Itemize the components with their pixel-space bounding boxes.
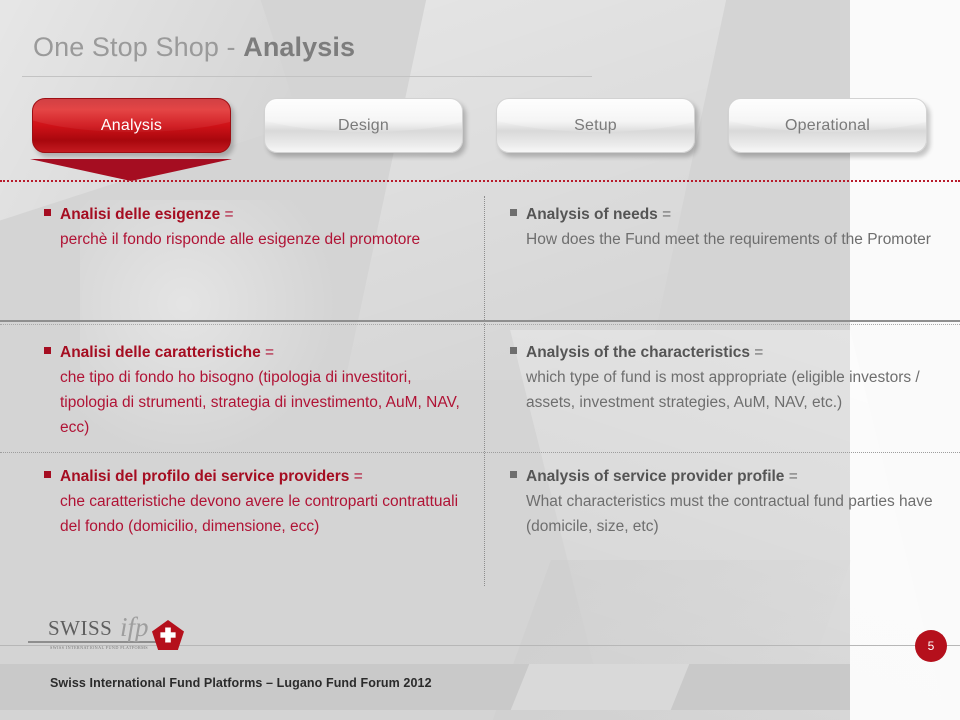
list-item-equals: = (220, 206, 234, 223)
list-item-text: Analysis of the characteristics = which t… (526, 340, 940, 415)
square-bullet-icon (510, 209, 517, 216)
slide-title-emphasis: Analysis (243, 32, 356, 62)
list-item-text: Analysis of needs = How does the Fund mee… (526, 202, 931, 252)
title-underline-rule (22, 76, 592, 77)
list-item-text: Analysis of service provider profile = Wh… (526, 464, 940, 539)
list-item-equals: = (349, 468, 363, 485)
tab-setup[interactable]: Setup (496, 98, 695, 153)
list-item: Analisi delle esigenze = perchè il fondo … (44, 202, 464, 252)
logo-tagline: SWISS INTERNATIONAL FUND PLATFORMS (50, 645, 149, 650)
list-item-text: Analisi del profilo dei service provider… (60, 464, 464, 539)
logo-wordmark: SWISS (48, 616, 113, 640)
list-item: Analysis of needs = How does the Fund mee… (510, 202, 940, 252)
tab-design[interactable]: Design (264, 98, 463, 153)
row-divider-dotted (0, 324, 960, 325)
tab-operational[interactable]: Operational (728, 98, 927, 153)
content-area: Analisi delle esigenze = perchè il fondo … (0, 196, 960, 596)
page-number-badge: 5 (915, 630, 947, 662)
list-item-text: Analisi delle esigenze = perchè il fondo … (60, 202, 420, 252)
list-item-body: che tipo di fondo ho bisogno (tipologia … (60, 369, 460, 436)
column-divider (484, 196, 485, 586)
swiss-shield-cross-icon (152, 620, 184, 650)
logo-italic-mark: ifp (120, 612, 149, 642)
list-item-body: che caratteristiche devono avere le cont… (60, 493, 459, 535)
square-bullet-icon (510, 471, 517, 478)
list-item-heading: Analysis of the characteristics (526, 344, 750, 361)
list-item-heading: Analysis of needs (526, 206, 658, 223)
tab-setup-label: Setup (574, 116, 617, 134)
footer-caption: Swiss International Fund Platforms – Lug… (50, 676, 432, 690)
slide-title-prefix: One Stop Shop - (33, 32, 244, 62)
list-item-equals: = (750, 344, 764, 361)
tab-bar: Analysis Design Setup Operational (0, 98, 960, 160)
list-item-heading: Analysis of service provider profile (526, 468, 785, 485)
list-item-text: Analisi delle caratteristiche = che tipo … (60, 340, 464, 440)
square-bullet-icon (44, 347, 51, 354)
list-item-equals: = (784, 468, 798, 485)
red-dotted-divider (0, 180, 960, 182)
list-item: Analysis of the characteristics = which t… (510, 340, 940, 415)
list-item-body: perchè il fondo risponde alle esigenze d… (60, 231, 421, 248)
square-bullet-icon (44, 471, 51, 478)
list-item-equals: = (657, 206, 672, 223)
list-item: Analisi del profilo dei service provider… (44, 464, 464, 539)
list-item-body: How does the Fund meet the requirements … (526, 231, 931, 248)
row-divider (0, 320, 960, 322)
list-item-heading: Analisi del profilo dei service provider… (60, 468, 350, 485)
list-item-body: What characteristics must the contractua… (526, 493, 933, 535)
slide-canvas: One Stop Shop - Analysis Analysis Design… (0, 0, 960, 720)
swiss-ifp-logo: SWISS ifp SWISS INTERNATIONAL FUND PLATF… (48, 612, 188, 658)
row-divider-dotted (0, 452, 960, 453)
list-item: Analisi delle caratteristiche = che tipo … (44, 340, 464, 440)
active-tab-arrow-icon (30, 159, 232, 181)
tab-analysis[interactable]: Analysis (32, 98, 231, 153)
square-bullet-icon (44, 209, 51, 216)
tab-analysis-label: Analysis (100, 116, 163, 134)
list-item-heading: Analisi delle caratteristiche (60, 344, 261, 361)
list-item-equals: = (260, 344, 275, 361)
footer-band-highlight (510, 664, 690, 710)
list-item-body: which type of fund is most appropriate (… (526, 369, 920, 411)
square-bullet-icon (510, 347, 517, 354)
tab-design-label: Design (337, 116, 389, 134)
list-item-heading: Analisi delle esigenze (60, 206, 221, 223)
tab-operational-label: Operational (785, 116, 870, 134)
list-item: Analysis of service provider profile = Wh… (510, 464, 940, 539)
slide-title: One Stop Shop - Analysis (33, 30, 355, 64)
